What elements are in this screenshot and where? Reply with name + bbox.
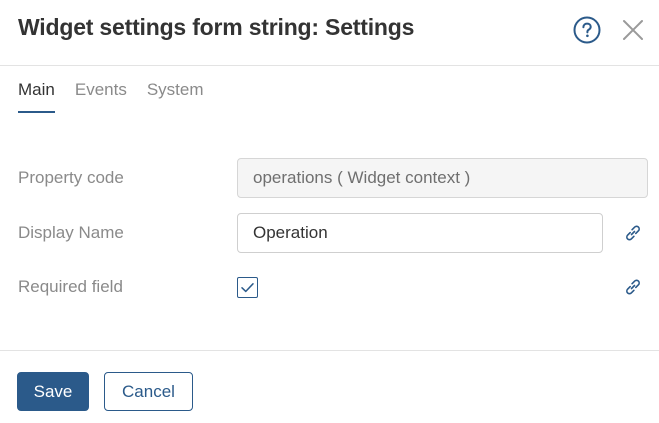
tab-main[interactable]: Main [18, 78, 55, 114]
display-name-label: Display Name [18, 223, 124, 242]
checkmark-icon [241, 283, 254, 293]
required-field-checkbox[interactable] [237, 277, 258, 298]
tab-system[interactable]: System [147, 78, 204, 114]
tab-events[interactable]: Events [75, 78, 127, 114]
required-field-row: Required field [0, 267, 659, 307]
required-field-label: Required field [18, 277, 123, 296]
display-name-input[interactable] [237, 213, 603, 253]
property-code-row: Property code operations ( Widget contex… [0, 158, 659, 198]
display-name-link-button[interactable] [622, 222, 644, 244]
required-field-link-button[interactable] [622, 276, 644, 298]
question-circle-icon [573, 16, 601, 44]
dialog-header: Widget settings form string: Settings [0, 0, 659, 66]
property-code-field: operations ( Widget context ) [237, 158, 648, 198]
cancel-button[interactable]: Cancel [104, 372, 193, 411]
link-icon [626, 225, 640, 241]
link-icon [626, 279, 640, 295]
dialog-footer: Save Cancel [0, 350, 659, 423]
property-code-label: Property code [18, 168, 124, 187]
save-button[interactable]: Save [17, 372, 89, 411]
widget-settings-dialog: Widget settings form string: Settings Ma… [0, 0, 659, 423]
close-button[interactable] [619, 16, 647, 44]
tab-bar: Main Events System [18, 78, 224, 114]
dialog-title: Widget settings form string: Settings [18, 14, 415, 40]
display-name-row: Display Name [0, 213, 659, 253]
close-icon [623, 20, 643, 40]
help-button[interactable] [573, 16, 601, 44]
